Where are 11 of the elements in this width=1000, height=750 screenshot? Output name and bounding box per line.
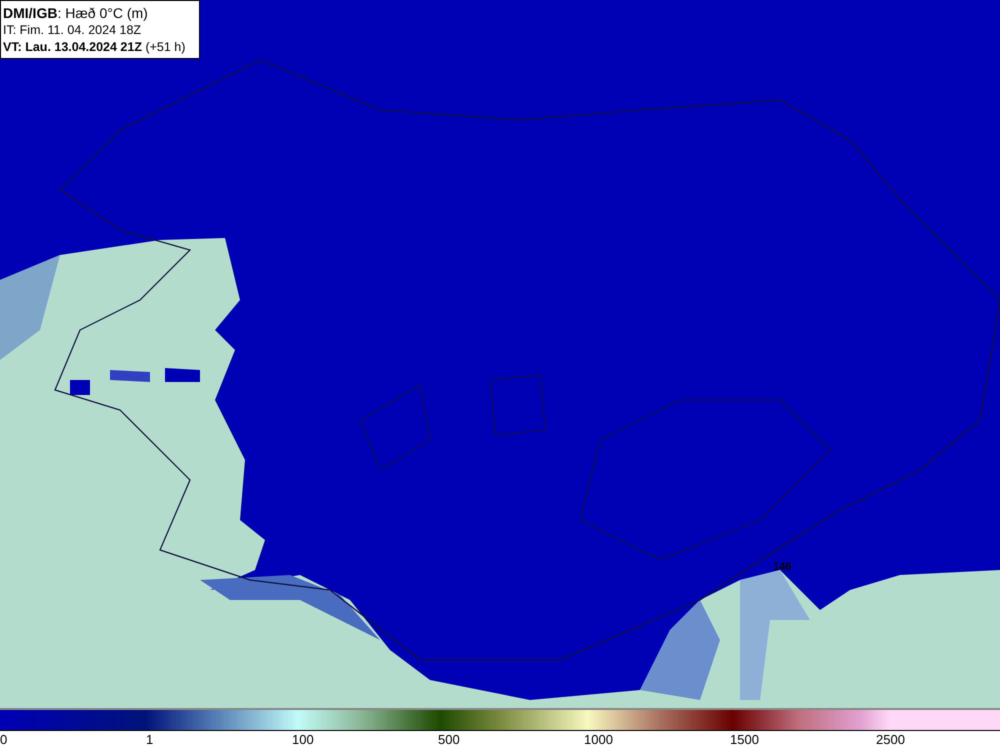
info-text: IT: Fim. 11. 04. 2024 18Z [3,22,142,39]
scale-label: 1 [146,732,154,747]
scale-label: 1500 [730,732,759,747]
scale-label: 100 [292,732,314,747]
scale-label: 2500 [876,732,905,747]
info-text: VT: Lau. 13.04.2024 21Z (+51 h) [3,39,186,56]
scale-label: 1000 [584,732,613,747]
info-text: DMI/IGB: Hæð 0°C (m) [3,5,149,22]
map-label: 146 [773,561,792,573]
scale-label: 0 [0,732,8,747]
scale-label: 500 [438,732,460,747]
